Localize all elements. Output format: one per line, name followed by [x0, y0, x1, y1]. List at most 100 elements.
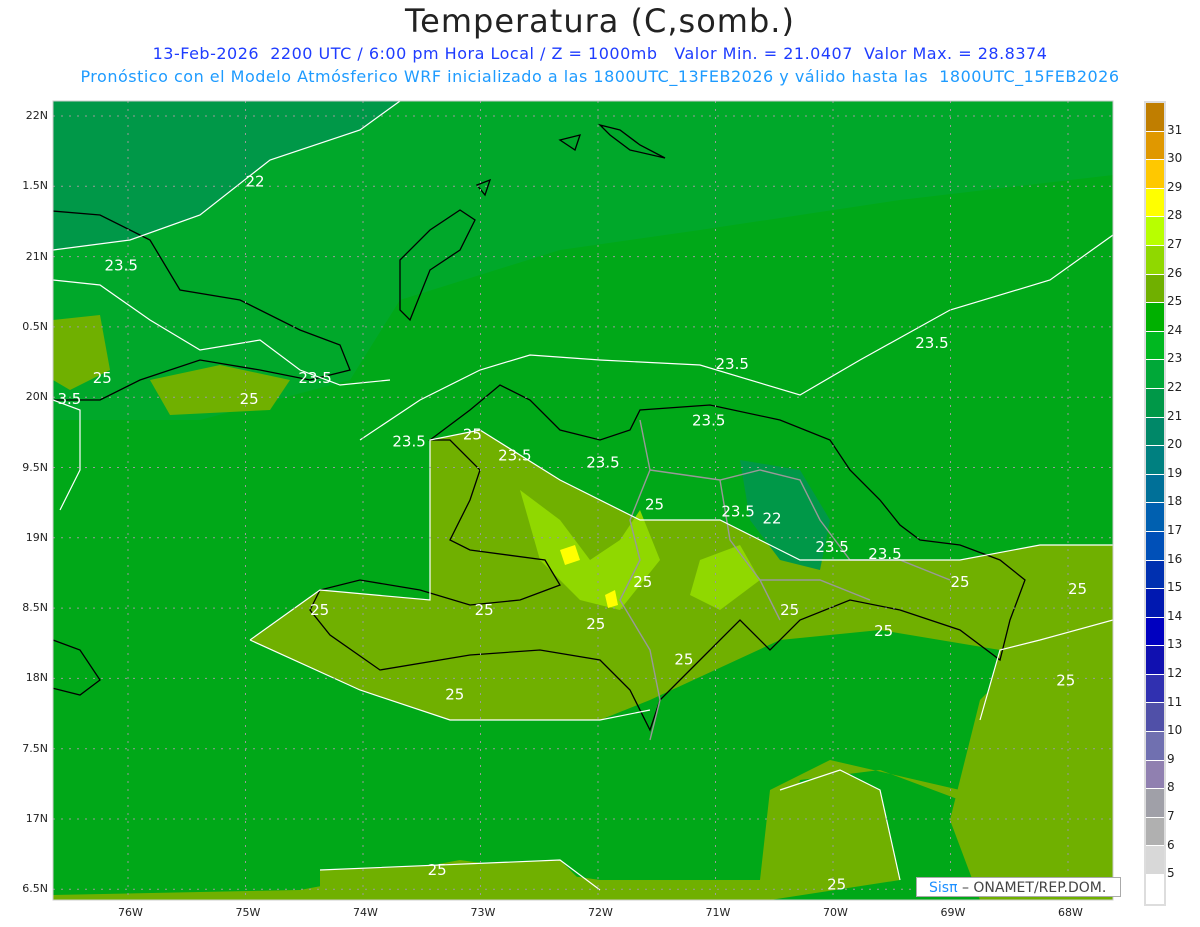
colorbar-swatch	[1146, 646, 1164, 675]
contour-label: 23.5	[105, 257, 138, 275]
lat-label: 17N	[25, 812, 48, 825]
colorbar-label: 20	[1167, 437, 1183, 452]
contour-label: 23.5	[721, 503, 754, 521]
lon-label: 74W	[353, 906, 378, 919]
contour-label: 25	[827, 875, 846, 893]
colorbar-swatch	[1146, 503, 1164, 532]
colorbar-swatch	[1146, 331, 1164, 361]
lat-label: 19N	[25, 530, 48, 544]
colorbar-swatch	[1146, 388, 1164, 418]
colorbar-label: 31	[1167, 122, 1183, 137]
lat-label: 6.5N	[22, 882, 48, 896]
colorbar-swatch	[1146, 417, 1164, 447]
contour-label: 25	[428, 861, 447, 879]
colorbar-swatch	[1146, 875, 1164, 904]
contour-label: 23.5	[915, 334, 948, 352]
contour-label: 22	[246, 172, 265, 190]
contour-label: 23.5	[498, 446, 531, 464]
colorbar-swatch	[1146, 617, 1164, 647]
colorbar-swatch	[1146, 732, 1164, 761]
colorbar-label: 5	[1167, 866, 1175, 881]
colorbar-label: 11	[1167, 694, 1183, 709]
colorbar-label: 7	[1167, 809, 1175, 823]
colorbar-swatch	[1146, 188, 1164, 218]
contour-label: 25	[463, 425, 482, 443]
colorbar-label: 21	[1167, 408, 1183, 423]
colorbar-swatch	[1146, 674, 1164, 704]
contour-label: 25	[1068, 580, 1087, 598]
colorbar-label: 8	[1167, 780, 1175, 795]
colorbar-swatch	[1146, 103, 1164, 132]
lat-label: 8.5N	[22, 601, 48, 615]
contour-label: 25	[780, 601, 799, 619]
contour-label: 22	[763, 510, 782, 528]
colorbar-swatch	[1146, 531, 1164, 561]
colorbar-swatch	[1146, 446, 1164, 475]
colorbar-label: 27	[1167, 237, 1183, 251]
contour-label: 3.5	[58, 390, 82, 408]
contour-label: 25	[93, 369, 112, 387]
colorbar-label: 22	[1167, 380, 1183, 394]
contour-label: 25	[951, 573, 970, 591]
contour-label: 23.5	[586, 454, 619, 472]
contour-label: 23.5	[868, 545, 901, 563]
contour-label: 25	[674, 650, 693, 668]
colorbar-label: 6	[1167, 837, 1175, 852]
contour-label: 25	[240, 390, 259, 408]
credit-text: – ONAMET/REP.DOM.	[961, 880, 1107, 896]
colorbar-swatch	[1146, 245, 1164, 275]
colorbar-label: 19	[1167, 465, 1183, 480]
colorbar-label: 17	[1167, 523, 1183, 537]
credit-box: Sisπ – ONAMET/REP.DOM.	[916, 877, 1121, 897]
contour-label: 25	[1056, 671, 1075, 689]
colorbar-label: 16	[1167, 551, 1183, 566]
colorbar-label: 30	[1167, 151, 1183, 166]
colorbar-swatch	[1146, 846, 1164, 876]
lat-label: 21N	[25, 249, 48, 263]
contour-label: 25	[874, 622, 893, 640]
contour-label: 23.5	[716, 355, 749, 373]
colorbar-swatch	[1146, 160, 1164, 189]
contour-label: 25	[586, 615, 605, 633]
lon-label: 71W	[705, 906, 731, 919]
lon-label: 70W	[823, 906, 848, 919]
colorbar-label: 10	[1167, 723, 1183, 738]
contour-label: 25	[310, 601, 329, 619]
contour-label: 23.5	[692, 411, 725, 429]
colorbar-swatch	[1146, 589, 1164, 618]
contour-label: 23.5	[298, 369, 331, 387]
contour-label: 25	[445, 685, 464, 703]
contour-label: 23.5	[815, 538, 848, 556]
contour-label: 25	[475, 601, 494, 619]
contour-label: 25	[645, 496, 664, 514]
sispi-logo: Sisπ	[929, 880, 958, 896]
colorbar-label: 25	[1167, 294, 1183, 309]
lon-label: 68W	[1058, 906, 1083, 919]
colorbar-label: 23	[1167, 351, 1183, 366]
colorbar-swatch	[1146, 560, 1164, 590]
colorbar-label: 15	[1167, 580, 1183, 595]
colorbar-swatch	[1146, 789, 1164, 818]
colorbar-swatch	[1146, 360, 1164, 389]
lon-label: 73W	[470, 906, 496, 919]
contour-label: 23.5	[392, 432, 425, 450]
colorbar-swatch	[1146, 131, 1164, 161]
lat-label: 0.5N	[22, 319, 48, 333]
lon-label: 75W	[235, 906, 261, 919]
colorbar-swatch	[1146, 303, 1164, 332]
colorbar	[1144, 101, 1166, 906]
lat-label: 22N	[25, 109, 48, 122]
colorbar-swatch	[1146, 703, 1164, 733]
colorbar-swatch	[1146, 274, 1164, 304]
colorbar-label: 14	[1167, 608, 1183, 623]
colorbar-label: 29	[1167, 179, 1183, 194]
lon-label: 72W	[588, 906, 613, 919]
colorbar-label: 28	[1167, 208, 1183, 223]
lat-label: 20N	[25, 390, 48, 404]
colorbar-label: 18	[1167, 494, 1183, 509]
colorbar-label: 26	[1167, 265, 1183, 280]
colorbar-label: 24	[1167, 322, 1183, 337]
lat-label: 7.5N	[22, 741, 48, 755]
colorbar-label: 9	[1167, 751, 1175, 766]
colorbar-label: 13	[1167, 637, 1183, 652]
